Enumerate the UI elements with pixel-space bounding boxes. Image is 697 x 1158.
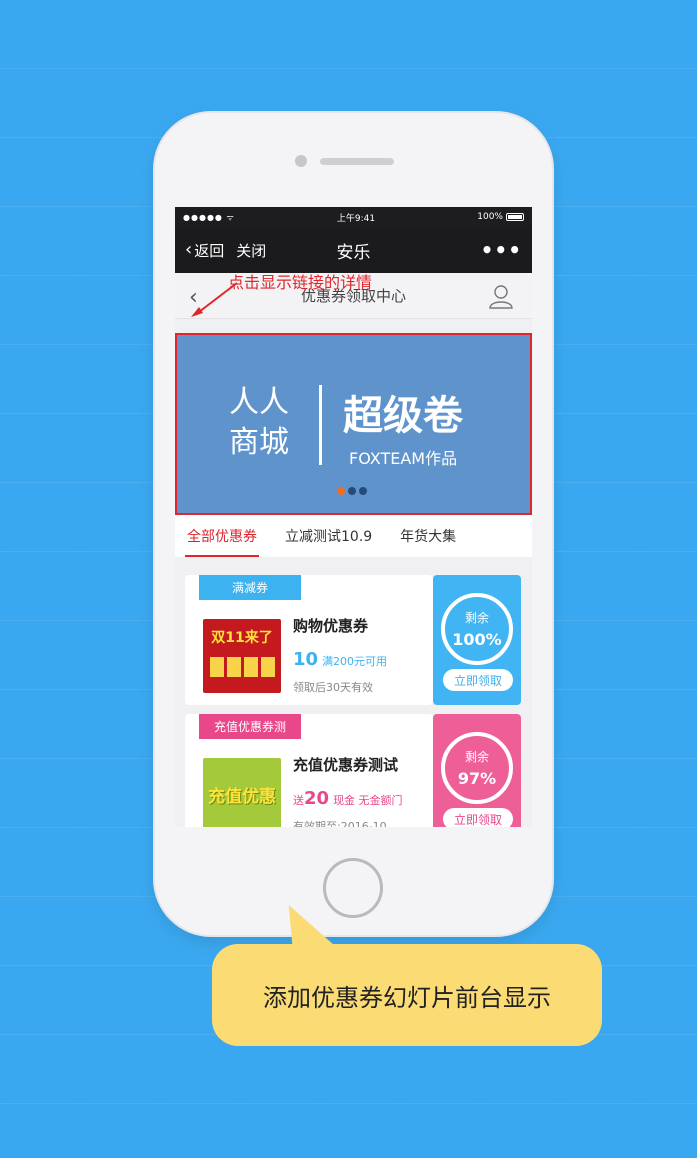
coupon-value-prefix: 送 [293, 794, 304, 807]
callout-text: 添加优惠券幻灯片前台显示 [263, 983, 551, 1012]
nav-bar: ‹ 返回 关闭 安乐 ••• [175, 227, 532, 273]
battery-indicator: 100% [477, 212, 524, 222]
slide-dot[interactable] [348, 487, 356, 495]
callout-bubble: 添加优惠券幻灯片前台显示 [212, 944, 602, 1046]
banner-brand-line1: 人人 [229, 385, 289, 420]
signal-icon: ●●●●● ᯤ [183, 212, 235, 222]
coupon-body: 充值优惠券测 充值优惠 充值优惠券测试 送20 现金 无金额门 有效期至:2016… [185, 714, 433, 827]
coupon-note: 有效期至:2016-10 [293, 820, 387, 827]
status-time: 上午9:41 [336, 213, 376, 224]
status-bar: ●●●●● ᯤ 上午9:41 100% [175, 207, 532, 227]
speaker-grill [320, 158, 394, 165]
user-icon[interactable] [488, 283, 514, 309]
coupon-value-amount: 20 [304, 788, 330, 809]
thumb-text: 充值优惠 [208, 787, 276, 807]
slide-dot[interactable] [359, 487, 367, 495]
ring-percent: 97% [457, 769, 497, 788]
coupon-value-condition: 满200元可用 [322, 655, 388, 668]
annotation-text: 点击显示链接的详情 [228, 273, 373, 292]
ring-label: 剩余 [464, 750, 489, 764]
coupon-value-condition: 现金 无金额门 [333, 794, 403, 807]
banner-subtitle: FOXTEAM作品 [349, 449, 458, 468]
phone-screen: ●●●●● ᯤ 上午9:41 100% ‹ 返回 关闭 安乐 ••• ‹ 优惠券… [175, 207, 532, 827]
coupon-side: 剩余 100% 立即领取 [433, 575, 521, 705]
battery-icon [505, 213, 524, 221]
coupon-side: 剩余 97% 立即领取 [433, 714, 521, 827]
nav-title: 安乐 [336, 242, 371, 263]
thumb-text: 双11来了 [211, 630, 273, 646]
coupon-card[interactable]: 充值优惠券测 充值优惠 充值优惠券测试 送20 现金 无金额门 有效期至:2016… [185, 714, 521, 827]
claim-button[interactable]: 立即领取 [443, 669, 513, 691]
ring-label: 剩余 [464, 611, 489, 625]
home-button[interactable] [323, 858, 383, 918]
remaining-ring: 剩余 100% [441, 593, 513, 665]
back-label: 返回 [194, 241, 225, 260]
banner-brand-line2: 商城 [229, 425, 289, 460]
remaining-ring: 剩余 97% [441, 732, 513, 804]
page-header: ‹ 优惠券领取中心 点击显示链接的详情 [175, 273, 532, 319]
banner-divider [319, 385, 322, 465]
coupon-tag: 充值优惠券测 [199, 714, 301, 739]
more-button[interactable]: ••• [481, 238, 522, 262]
tab-new-year-goods[interactable]: 年货大集 [400, 515, 456, 557]
coupon-tag: 满减券 [199, 575, 301, 600]
slide-dots [337, 487, 367, 495]
camera-icon [295, 155, 307, 167]
coupon-card[interactable]: 满减券 双11来了 购物优惠券 10 满200元可用 领取后30天有效 剩余 10… [185, 575, 521, 705]
banner-brand: 人人 商城 [229, 383, 289, 463]
coupon-name: 购物优惠券 [293, 617, 369, 635]
close-button[interactable]: 关闭 [236, 240, 266, 261]
coupon-thumbnail: 充值优惠 [203, 758, 281, 827]
coupon-tabs: 全部优惠券 立减测试10.9 年货大集 [175, 515, 532, 557]
coupon-value-amount: 10 [293, 649, 319, 670]
slide-dot[interactable] [337, 487, 345, 495]
coupon-body: 满减券 双11来了 购物优惠券 10 满200元可用 领取后30天有效 [185, 575, 433, 705]
banner-slide[interactable]: 人人 商城 超级卷 FOXTEAM作品 [175, 333, 532, 515]
battery-percent: 100% [477, 212, 503, 222]
tab-all-coupons[interactable]: 全部优惠券 [185, 515, 259, 557]
back-button[interactable]: ‹ 返回 [185, 240, 224, 261]
claim-button[interactable]: 立即领取 [443, 808, 513, 827]
coupon-value: 送20 现金 无金额门 [293, 788, 403, 809]
coupon-value: 10 满200元可用 [293, 649, 387, 670]
ring-percent: 100% [452, 630, 502, 649]
coupon-name: 充值优惠券测试 [293, 756, 399, 774]
coupon-thumbnail: 双11来了 [203, 619, 281, 693]
chevron-left-icon: ‹ [185, 239, 193, 260]
coupon-note: 领取后30天有效 [293, 681, 373, 694]
tab-discount-test[interactable]: 立减测试10.9 [285, 515, 372, 557]
banner-title: 超级卷 [343, 393, 463, 439]
